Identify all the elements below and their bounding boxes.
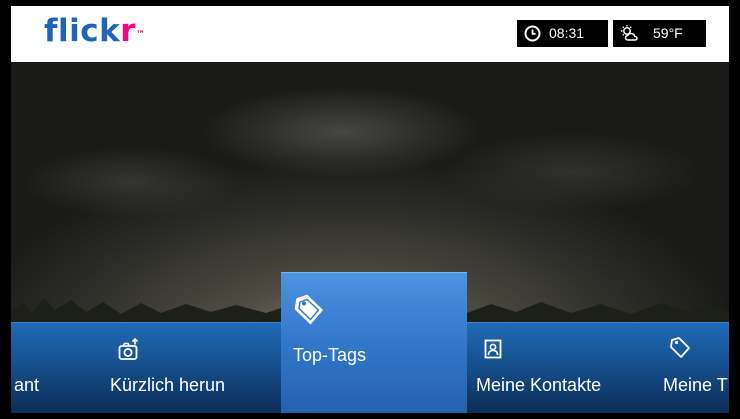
menu-item-recent-uploads[interactable]: Kürzlich herun (96, 323, 281, 413)
clock-display: 08:31 (517, 20, 608, 47)
contact-card-icon (484, 339, 502, 359)
menu-item-my-contacts[interactable]: Meine Kontakte (467, 323, 647, 413)
menu-item-label: Meine Kontakte (476, 375, 602, 395)
clock-icon (524, 25, 541, 42)
camera-upload-icon (118, 338, 139, 360)
menu-item-top-tags-selected[interactable]: Top-Tags (281, 272, 467, 413)
weather-display: 59°F (613, 20, 706, 47)
tag-icon (294, 294, 323, 325)
temperature: 59°F (653, 25, 683, 41)
menu-item-my-tags[interactable]: Meine T (647, 323, 729, 413)
menu-item-label: Top-Tags (293, 345, 367, 365)
flickr-logo: flickr™ (44, 13, 146, 49)
menu-item-label: ant (14, 375, 40, 395)
partly-sunny-icon (621, 25, 638, 41)
menu-item-label: Kürzlich herun (110, 375, 226, 395)
tv-screen: flickr™ 08:31 59°F ant Kürzlich herun Me… (11, 6, 729, 413)
menu-item-label: Meine T (663, 375, 728, 395)
clock-time: 08:31 (549, 25, 585, 41)
menu-item-partial-left[interactable]: ant (11, 323, 96, 413)
tag-icon (670, 337, 690, 358)
header-bar: flickr™ 08:31 59°F (11, 6, 729, 62)
